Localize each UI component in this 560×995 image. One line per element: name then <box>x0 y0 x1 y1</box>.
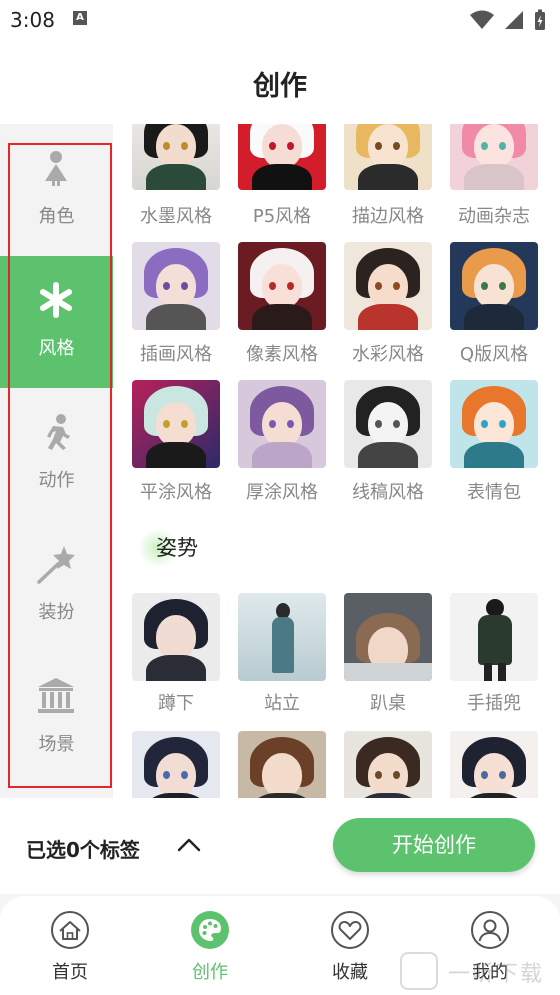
section-title-pose: 姿势 <box>156 536 198 560</box>
style-label: 插画风格 <box>140 344 212 365</box>
museum-icon <box>38 678 74 713</box>
style-thumbnail <box>132 242 220 330</box>
tab-label: 创作 <box>192 962 228 983</box>
style-thumbnail <box>238 242 326 330</box>
pose-thumbnail <box>132 731 220 798</box>
style-thumbnail <box>238 124 326 190</box>
style-card[interactable]: 动画杂志 <box>450 124 538 227</box>
style-card[interactable]: 厚涂风格 <box>238 380 326 503</box>
status-icons <box>470 9 546 31</box>
style-thumbnail <box>450 380 538 468</box>
pose-thumbnail <box>450 731 538 798</box>
home-icon <box>51 911 89 949</box>
sidebar-item-outfit[interactable]: 装扮 <box>0 520 113 652</box>
style-label: 线稿风格 <box>352 482 424 503</box>
style-thumbnail <box>344 124 432 190</box>
tab-home[interactable]: 首页 <box>25 910 115 984</box>
sidebar-item-label: 风格 <box>38 338 75 359</box>
style-card[interactable]: 表情包 <box>450 380 538 503</box>
status-time: 3:08 <box>10 8 55 32</box>
content-grid: 水墨风格 P5风格 描边风格 动画杂志 插画风格 像素风格 水彩风格 Q版风格 … <box>113 124 560 798</box>
style-thumbnail <box>132 124 220 190</box>
pose-label: 趴桌 <box>370 693 406 714</box>
tab-label: 收藏 <box>332 962 368 983</box>
style-label: 动画杂志 <box>458 206 530 227</box>
signal-icon <box>505 11 523 29</box>
style-thumbnail <box>238 380 326 468</box>
pose-thumbnail <box>238 593 326 681</box>
pose-thumbnail <box>238 731 326 798</box>
heart-icon <box>331 911 369 949</box>
pose-label: 手插兜 <box>467 693 521 714</box>
style-card[interactable]: Q版风格 <box>450 242 538 365</box>
style-thumbnail <box>450 124 538 190</box>
pose-thumbnail <box>450 593 538 681</box>
pose-card[interactable] <box>238 731 326 798</box>
style-thumbnail <box>344 380 432 468</box>
category-sidebar: 角色 风格 动作 装扮 场景 <box>0 124 113 798</box>
style-card[interactable]: 线稿风格 <box>344 380 432 503</box>
pose-card[interactable] <box>132 731 220 798</box>
style-thumbnail <box>344 242 432 330</box>
pose-card[interactable] <box>450 731 538 798</box>
style-thumbnail <box>450 242 538 330</box>
style-label: Q版风格 <box>459 344 529 365</box>
pose-thumbnail <box>132 593 220 681</box>
pose-label: 站立 <box>264 693 300 714</box>
style-label: P5风格 <box>252 206 312 227</box>
style-label: 描边风格 <box>352 206 424 227</box>
sidebar-item-character[interactable]: 角色 <box>0 124 113 256</box>
style-label: 表情包 <box>467 482 521 503</box>
notification-icon: A <box>73 11 87 25</box>
tab-create[interactable]: 创作 <box>165 910 255 984</box>
sidebar-item-label: 动作 <box>38 470 75 491</box>
pose-thumbnail <box>344 731 432 798</box>
style-card[interactable]: 插画风格 <box>132 242 220 365</box>
palette-icon <box>191 911 229 949</box>
start-create-button[interactable]: 开始创作 <box>333 818 535 872</box>
style-card[interactable]: 像素风格 <box>238 242 326 365</box>
page-header: 创作 <box>0 40 560 124</box>
style-thumbnail <box>132 380 220 468</box>
sidebar-item-action[interactable]: 动作 <box>0 388 113 520</box>
style-card[interactable]: 描边风格 <box>344 124 432 227</box>
tab-label: 首页 <box>52 962 88 983</box>
chevron-up-icon[interactable] <box>176 835 202 855</box>
pose-thumbnail <box>344 593 432 681</box>
wifi-icon <box>470 10 494 29</box>
pose-card[interactable]: 站立 <box>238 593 326 714</box>
style-card[interactable]: P5风格 <box>238 124 326 227</box>
action-bar: 已选0个标签 开始创作 <box>0 798 560 894</box>
pose-label: 蹲下 <box>158 693 194 714</box>
tab-favorites[interactable]: 收藏 <box>305 910 395 984</box>
running-icon <box>47 414 70 450</box>
sidebar-item-label: 装扮 <box>38 602 75 623</box>
sidebar-item-label: 角色 <box>38 206 75 227</box>
asterisk-icon <box>40 282 72 318</box>
sidebar-item-label: 场景 <box>38 734 75 755</box>
style-label: 厚涂风格 <box>246 482 318 503</box>
pose-card[interactable] <box>344 731 432 798</box>
page-title: 创作 <box>253 71 307 102</box>
style-card[interactable]: 平涂风格 <box>132 380 220 503</box>
pose-card[interactable]: 趴桌 <box>344 593 432 714</box>
magic-wand-icon <box>37 546 75 584</box>
pose-card[interactable]: 蹲下 <box>132 593 220 714</box>
selected-tags-count: 已选0个标签 <box>26 838 140 862</box>
style-label: 水彩风格 <box>352 344 424 365</box>
style-card[interactable]: 水墨风格 <box>132 124 220 227</box>
sidebar-item-scene[interactable]: 场景 <box>0 652 113 784</box>
user-icon <box>471 911 509 949</box>
person-icon <box>45 151 67 186</box>
style-label: 水墨风格 <box>140 206 212 227</box>
style-label: 像素风格 <box>246 344 318 365</box>
battery-icon <box>535 9 545 30</box>
watermark-logo: 一听下载 <box>400 950 560 990</box>
style-label: 平涂风格 <box>140 482 212 503</box>
pose-card[interactable]: 手插兜 <box>450 593 538 714</box>
sidebar-item-style[interactable]: 风格 <box>0 256 113 388</box>
status-bar: 3:08 A <box>0 0 560 40</box>
style-card[interactable]: 水彩风格 <box>344 242 432 365</box>
